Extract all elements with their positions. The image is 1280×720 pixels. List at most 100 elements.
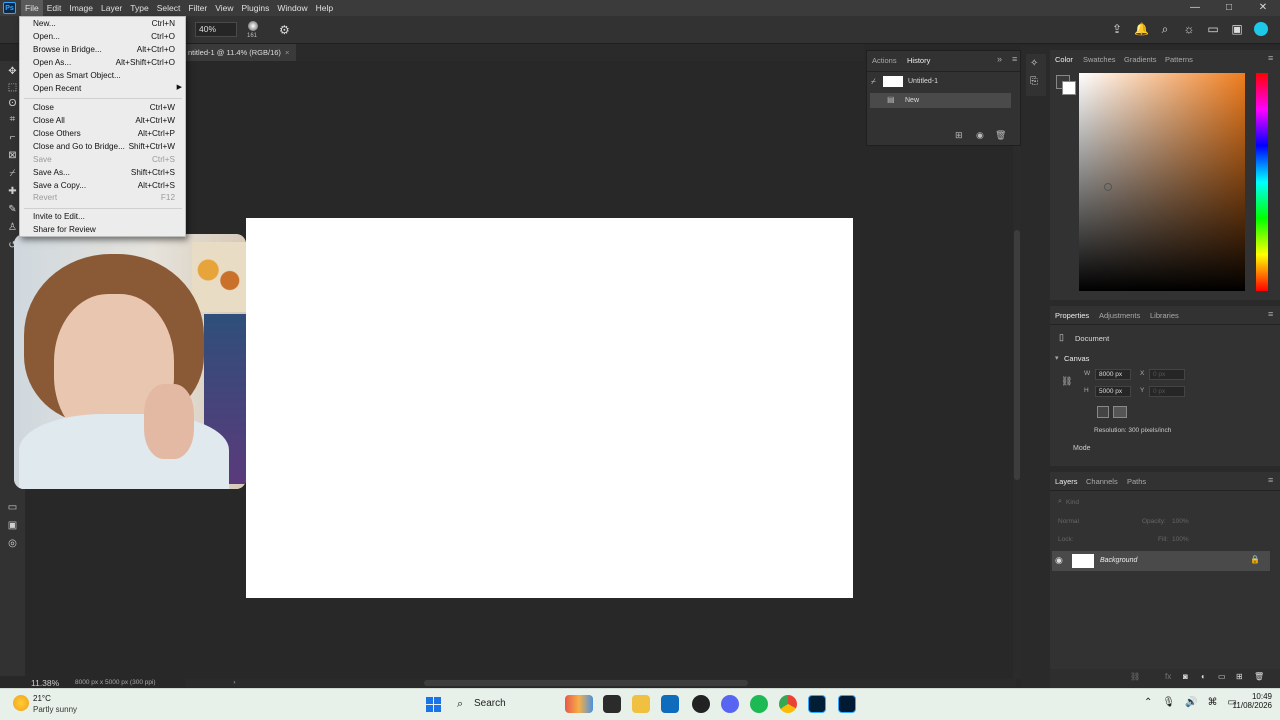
chrome-icon[interactable] xyxy=(779,695,797,713)
menu-save-as[interactable]: Save As... Shift+Ctrl+S xyxy=(20,167,185,180)
trash-icon[interactable]: 🗑 xyxy=(995,130,1006,141)
volume-icon[interactable]: 🔊 xyxy=(1185,697,1197,708)
lightbulb-icon[interactable]: ☼ xyxy=(1182,22,1196,39)
blend-mode-select[interactable]: Normal xyxy=(1058,518,1079,525)
link-layers-icon[interactable]: ⛓ xyxy=(1130,672,1140,681)
height-field[interactable]: 5000 px xyxy=(1095,386,1131,397)
spotify-icon[interactable] xyxy=(750,695,768,713)
new-layer-icon[interactable]: ⊞ xyxy=(1236,672,1243,681)
maximize-button[interactable]: □ xyxy=(1212,0,1246,16)
lightroom-taskbar-icon[interactable] xyxy=(838,695,856,713)
menu-close-go-to-bridge[interactable]: Close and Go to Bridge... Shift+Ctrl+W xyxy=(20,141,185,154)
menu-help[interactable]: Help xyxy=(312,0,337,16)
menu-share-for-review[interactable]: Share for Review xyxy=(20,224,185,237)
camera-icon[interactable]: ◉ xyxy=(976,130,984,141)
adjustment-icon[interactable]: ◐ xyxy=(1201,672,1206,681)
menu-close-others[interactable]: Close Others Alt+Ctrl+P xyxy=(20,128,185,141)
layer-filter-input[interactable]: Kind xyxy=(1066,499,1079,506)
color-picker-field[interactable] xyxy=(1079,73,1245,291)
close-window-button[interactable]: ✕ xyxy=(1246,0,1280,16)
crop-tool-icon[interactable]: ⌐ xyxy=(6,131,19,144)
menu-open[interactable]: Open... Ctrl+O xyxy=(20,31,185,44)
eyedropper-tool-icon[interactable]: ⌿ xyxy=(6,167,19,180)
creative-cloud-icon[interactable] xyxy=(1254,22,1268,39)
menu-layer[interactable]: Layer xyxy=(97,0,126,16)
task-view-icon[interactable] xyxy=(603,695,621,713)
tab-gradients[interactable]: Gradients xyxy=(1124,55,1157,64)
menu-open-smart-object[interactable]: Open as Smart Object... xyxy=(20,70,185,83)
taskbar-search[interactable]: ⌕ Search xyxy=(450,694,560,714)
screen-mode-icon[interactable]: ▣ xyxy=(6,519,19,532)
brush-preset-icon[interactable] xyxy=(248,21,258,31)
move-tool-icon[interactable]: ✥ xyxy=(6,65,19,78)
zoom-field[interactable]: 40% xyxy=(195,22,237,37)
background-color-swatch[interactable] xyxy=(1062,81,1076,95)
brush-tool-icon[interactable]: ✎ xyxy=(6,203,19,216)
menu-image[interactable]: Image xyxy=(65,0,97,16)
clock[interactable]: 10:49 11/08/2026 xyxy=(1233,692,1272,710)
tab-libraries[interactable]: Libraries xyxy=(1150,311,1179,320)
workspace-icon[interactable]: ▭ xyxy=(1206,22,1220,39)
eye-icon[interactable]: ◉ xyxy=(1055,555,1063,566)
object-select-tool-icon[interactable]: ⌗ xyxy=(6,113,19,126)
portrait-orientation-button[interactable] xyxy=(1097,406,1109,418)
tab-adjustments[interactable]: Adjustments xyxy=(1099,311,1140,320)
lock-icon[interactable]: 🔒 xyxy=(1250,555,1260,564)
share-icon[interactable]: ⇪ xyxy=(1110,22,1124,39)
widgets-icon[interactable] xyxy=(565,695,593,713)
photoshop-logo-icon[interactable]: Ps xyxy=(3,2,16,14)
layer-name[interactable]: Background xyxy=(1100,557,1137,564)
tab-layers[interactable]: Layers xyxy=(1055,477,1078,486)
frame-tool-icon[interactable]: ⊠ xyxy=(6,149,19,162)
width-field[interactable]: 8000 px xyxy=(1095,369,1131,380)
menu-invite-to-edit[interactable]: Invite to Edit... xyxy=(20,211,185,224)
healing-tool-icon[interactable]: ✚ xyxy=(6,185,19,198)
landscape-orientation-button[interactable] xyxy=(1113,406,1127,418)
discord-icon[interactable] xyxy=(721,695,739,713)
mask-icon[interactable]: ◙ xyxy=(1183,672,1188,681)
stamp-tool-icon[interactable]: ♙ xyxy=(6,221,19,234)
tab-actions[interactable]: Actions xyxy=(872,56,897,65)
weather-temperature[interactable]: 21°C xyxy=(33,694,51,703)
file-explorer-icon[interactable] xyxy=(632,695,650,713)
snapshot-brush-icon[interactable]: ⌿ xyxy=(871,77,876,87)
close-tab-icon[interactable]: × xyxy=(285,48,289,57)
menu-plugins[interactable]: Plugins xyxy=(237,0,273,16)
weather-sun-icon[interactable] xyxy=(13,695,29,711)
fill-value[interactable]: 100% xyxy=(1172,536,1189,543)
menu-type[interactable]: Type xyxy=(126,0,152,16)
arrange-icon[interactable]: ▣ xyxy=(1230,22,1244,39)
photoshop-taskbar-icon[interactable] xyxy=(808,695,826,713)
section-canvas[interactable]: Canvas xyxy=(1064,354,1089,363)
menu-select[interactable]: Select xyxy=(153,0,185,16)
tab-paths[interactable]: Paths xyxy=(1127,477,1146,486)
edit-toolbar-icon[interactable]: ▭ xyxy=(6,501,19,514)
bell-icon[interactable]: 🔔 xyxy=(1134,22,1149,39)
gear-icon[interactable]: ⚙ xyxy=(279,23,290,37)
x-field[interactable]: 0 px xyxy=(1149,369,1185,380)
marquee-tool-icon[interactable]: ⬚ xyxy=(6,81,19,94)
panel-menu-icon[interactable]: ≡ xyxy=(1268,309,1273,319)
windows-start-icon[interactable] xyxy=(426,697,441,712)
weather-description[interactable]: Partly sunny xyxy=(33,705,77,714)
menu-open-recent[interactable]: Open Recent ▶ xyxy=(20,83,185,96)
menu-view[interactable]: View xyxy=(211,0,237,16)
menu-close[interactable]: Close Ctrl+W xyxy=(20,102,185,115)
chevron-down-icon[interactable]: ▾ xyxy=(1055,354,1059,362)
chevron-up-icon[interactable]: ⌃ xyxy=(1144,697,1152,708)
brush-settings-icon[interactable]: ✧ xyxy=(1030,58,1038,69)
microphone-icon[interactable]: 🎙 xyxy=(1162,697,1175,708)
link-icon[interactable]: ⛓ xyxy=(1061,376,1072,387)
menu-close-all[interactable]: Close All Alt+Ctrl+W xyxy=(20,115,185,128)
status-zoom[interactable]: 11.38% xyxy=(31,678,59,688)
menu-edit[interactable]: Edit xyxy=(43,0,66,16)
status-expand-icon[interactable]: › xyxy=(233,679,235,686)
quick-mask-icon[interactable]: ◎ xyxy=(6,537,19,550)
outlook-icon[interactable] xyxy=(661,695,679,713)
opacity-value[interactable]: 100% xyxy=(1172,518,1189,525)
delete-layer-icon[interactable]: 🗑 xyxy=(1254,672,1264,681)
tab-channels[interactable]: Channels xyxy=(1086,477,1118,486)
horizontal-scroll-thumb[interactable] xyxy=(424,680,748,686)
document-canvas[interactable] xyxy=(246,218,853,598)
tab-history[interactable]: History xyxy=(907,56,930,65)
